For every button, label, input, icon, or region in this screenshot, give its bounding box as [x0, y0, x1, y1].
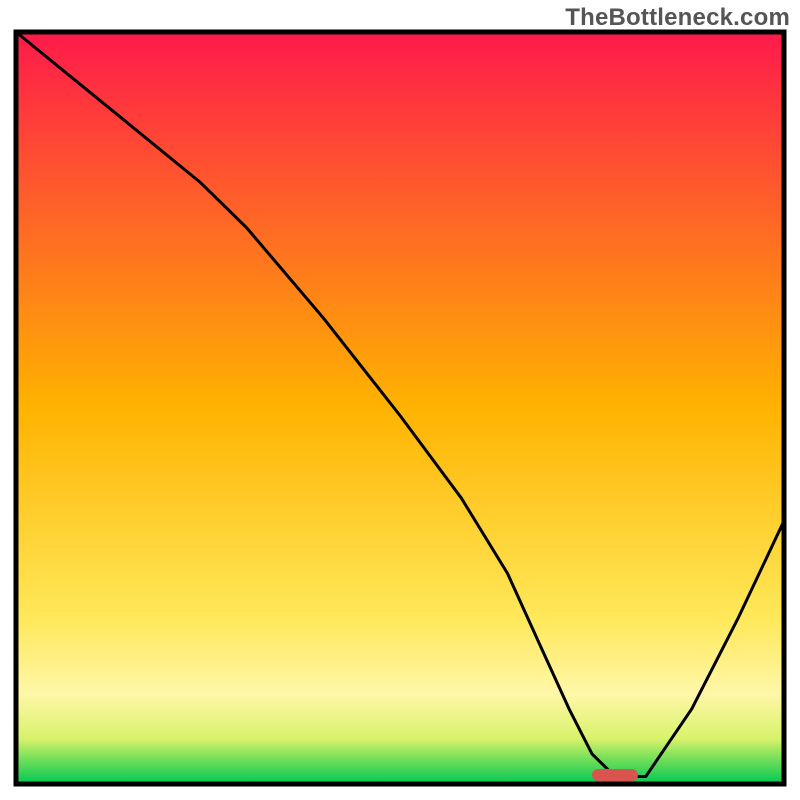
optimal-marker — [592, 769, 638, 781]
plot-background — [16, 32, 784, 784]
chart-frame: TheBottleneck.com — [0, 0, 800, 800]
bottleneck-chart — [0, 0, 800, 800]
watermark-text: TheBottleneck.com — [565, 4, 790, 32]
